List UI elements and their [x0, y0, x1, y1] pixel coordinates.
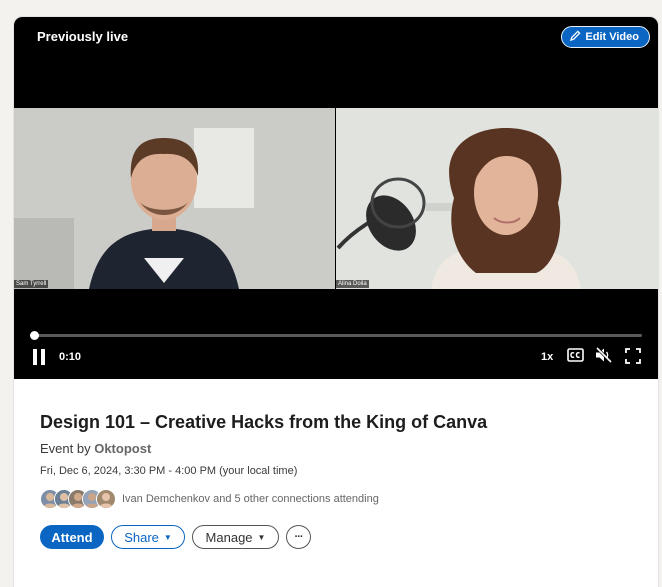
- captions-icon: [567, 348, 584, 362]
- pencil-icon: [570, 30, 581, 44]
- pause-icon-bar: [41, 349, 45, 365]
- organizer-link[interactable]: Oktopost: [94, 441, 151, 456]
- pause-button[interactable]: [33, 349, 46, 365]
- event-title: Design 101 – Creative Hacks from the Kin…: [40, 412, 488, 432]
- muted-speaker-icon: [595, 346, 613, 364]
- event-actions: Attend Share ▼ Manage ▼ ···: [40, 525, 640, 549]
- mute-button[interactable]: [595, 346, 613, 368]
- manage-label: Manage: [205, 529, 253, 545]
- video-tile-sam: Sam Tyrrell: [14, 108, 335, 289]
- captions-button[interactable]: [567, 348, 584, 367]
- organizer-prefix: Event by: [40, 441, 91, 456]
- previously-live-label: Previously live: [37, 29, 129, 44]
- video-player[interactable]: Previously live Edit Video Sam Tyrrell A…: [14, 17, 658, 379]
- participant-name-tag: Alina Doila: [336, 280, 369, 288]
- fullscreen-button[interactable]: [625, 348, 641, 369]
- attendee-avatar[interactable]: [96, 489, 116, 509]
- edit-video-button[interactable]: Edit Video: [561, 26, 650, 48]
- current-time: 0:10: [59, 351, 82, 363]
- more-options-button[interactable]: ···: [286, 525, 311, 549]
- event-organizer: Event by Oktopost: [40, 441, 640, 456]
- pause-icon: [33, 349, 37, 365]
- participant-video-sam: [14, 108, 335, 289]
- event-datetime: Fri, Dec 6, 2024, 3:30 PM - 4:00 PM (you…: [40, 465, 298, 477]
- caret-down-icon: ▼: [257, 532, 266, 542]
- edit-video-label: Edit Video: [585, 31, 639, 43]
- video-tile-alina: Alina Doila: [336, 108, 658, 289]
- participant-name-tag: Sam Tyrrell: [14, 280, 49, 288]
- participant-video-alina: [336, 108, 658, 289]
- event-details: Design 101 – Creative Hacks from the Kin…: [40, 412, 640, 549]
- progress-bar[interactable]: [30, 331, 642, 340]
- progress-handle[interactable]: [30, 331, 39, 340]
- manage-button[interactable]: Manage ▼: [192, 525, 279, 549]
- attend-button[interactable]: Attend: [40, 525, 104, 549]
- attendee-avatars[interactable]: [40, 489, 116, 509]
- event-card: Previously live Edit Video Sam Tyrrell A…: [14, 17, 658, 587]
- attendees-text[interactable]: Ivan Demchenkov and 5 other connections …: [122, 493, 379, 505]
- playback-speed-button[interactable]: 1x: [541, 351, 553, 363]
- share-label: Share: [124, 529, 159, 545]
- caret-down-icon: ▼: [163, 532, 172, 542]
- attendees-row[interactable]: Ivan Demchenkov and 5 other connections …: [40, 489, 640, 509]
- fullscreen-icon: [625, 348, 641, 364]
- share-button[interactable]: Share ▼: [111, 525, 185, 549]
